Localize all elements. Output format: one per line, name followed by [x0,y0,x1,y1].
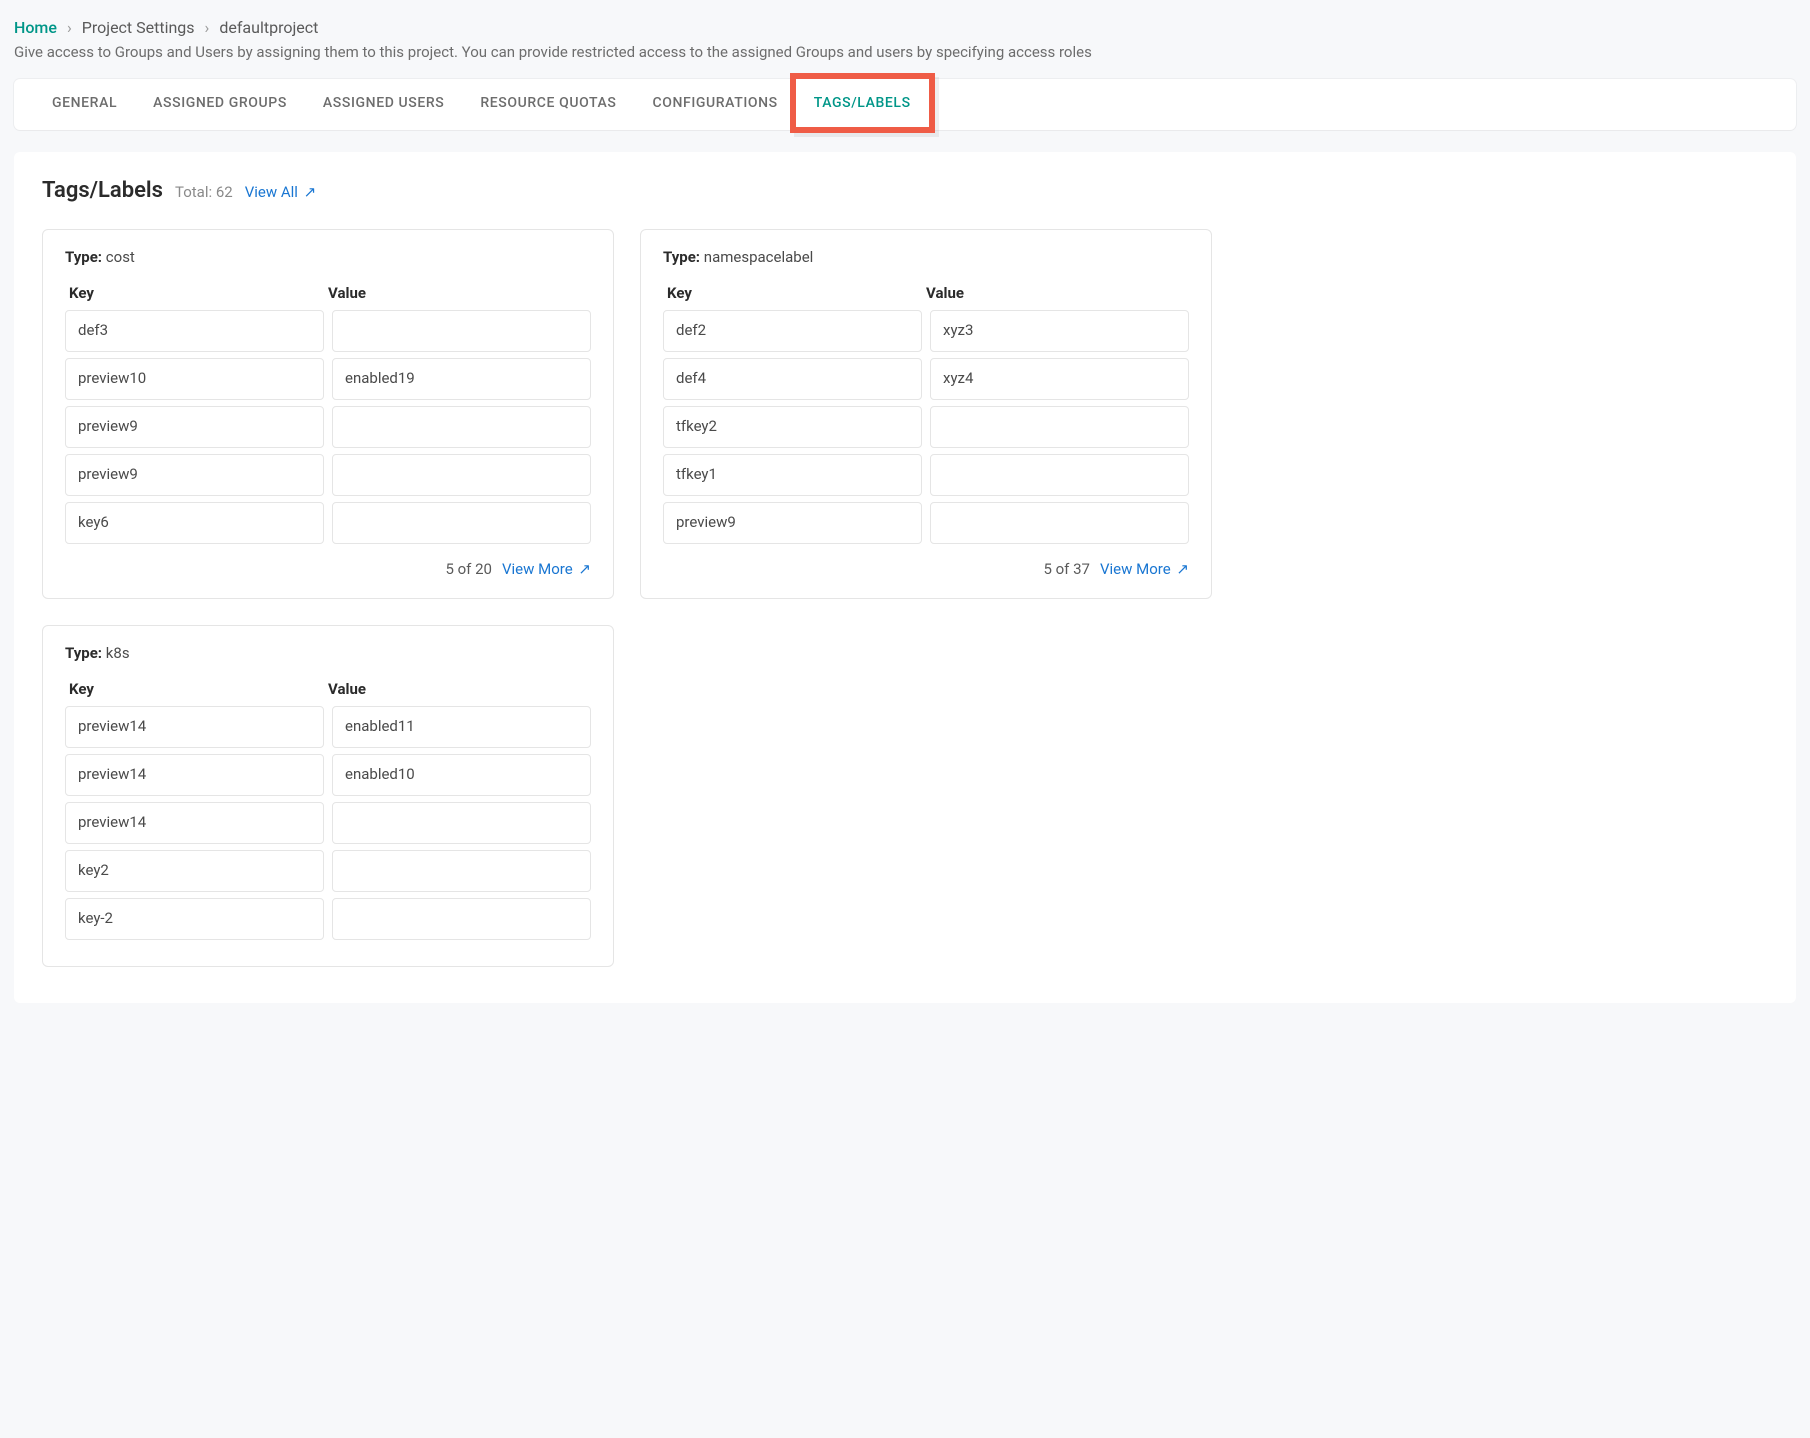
key-cell: tfkey1 [663,454,922,496]
card-namespacelabel: Type: namespacelabel Key Value def2 xyz3… [640,229,1212,599]
view-more-link[interactable]: View More ↗ [1100,560,1189,578]
value-cell [332,898,591,940]
card-type: Type: cost [65,248,591,266]
card-type: Type: k8s [65,644,591,662]
breadcrumb-sep: › [205,18,210,37]
type-label: Type: [65,644,102,662]
card-footer: 5 of 20 View More ↗ [65,560,591,578]
table-row: tfkey1 [663,454,1189,496]
tab-resource-quotas[interactable]: RESOURCE QUOTAS [462,79,634,130]
tab-assigned-groups[interactable]: ASSIGNED GROUPS [135,79,305,130]
type-label: Type: [663,248,700,266]
arrow-up-right-icon: ↗ [304,183,317,201]
arrow-up-right-icon: ↗ [1176,560,1189,578]
kv-header: Key Value [65,680,591,698]
tab-general[interactable]: GENERAL [34,79,135,130]
tab-configurations[interactable]: CONFIGURATIONS [634,79,795,130]
value-cell [930,406,1189,448]
table-row: def4 xyz4 [663,358,1189,400]
card-k8s: Type: k8s Key Value preview14 enabled11 … [42,625,614,967]
type-label: Type: [65,248,102,266]
view-all-link[interactable]: View All ↗ [245,183,317,201]
tab-assigned-users[interactable]: ASSIGNED USERS [305,79,462,130]
tab-tags-labels[interactable]: TAGS/LABELS [796,79,929,130]
table-row: preview9 [663,502,1189,544]
key-cell: def3 [65,310,324,352]
value-cell: enabled11 [332,706,591,748]
table-row: def2 xyz3 [663,310,1189,352]
row-count: 5 of 20 [445,560,492,578]
value-header: Value [328,284,587,302]
value-cell [930,454,1189,496]
value-cell [332,502,591,544]
key-cell: key6 [65,502,324,544]
row-count: 5 of 37 [1043,560,1090,578]
value-cell: enabled19 [332,358,591,400]
key-cell: preview9 [65,406,324,448]
key-cell: key2 [65,850,324,892]
table-row: def3 [65,310,591,352]
key-cell: preview9 [663,502,922,544]
value-header: Value [926,284,1185,302]
key-cell: preview10 [65,358,324,400]
value-cell: xyz3 [930,310,1189,352]
table-row: tfkey2 [663,406,1189,448]
table-row: preview14 enabled11 [65,706,591,748]
card-type: Type: namespacelabel [663,248,1189,266]
card-cost: Type: cost Key Value def3 preview10 enab… [42,229,614,599]
value-cell [332,802,591,844]
view-more-text: View More [1100,560,1171,578]
total-count: Total: 62 [175,183,233,201]
table-row: preview9 [65,406,591,448]
key-header: Key [667,284,926,302]
table-row: preview14 enabled10 [65,754,591,796]
table-row: preview9 [65,454,591,496]
value-header: Value [328,680,587,698]
card-footer: 5 of 37 View More ↗ [663,560,1189,578]
view-all-text: View All [245,183,298,201]
type-value: namespacelabel [704,248,814,266]
kv-header: Key Value [65,284,591,302]
view-more-text: View More [502,560,573,578]
cards-container: Type: cost Key Value def3 preview10 enab… [42,229,1768,967]
key-cell: preview9 [65,454,324,496]
key-header: Key [69,284,328,302]
view-more-link[interactable]: View More ↗ [502,560,591,578]
key-cell: preview14 [65,706,324,748]
value-cell [332,310,591,352]
key-cell: preview14 [65,802,324,844]
key-cell: def4 [663,358,922,400]
value-cell: xyz4 [930,358,1189,400]
table-row: preview14 [65,802,591,844]
key-cell: def2 [663,310,922,352]
kv-header: Key Value [663,284,1189,302]
value-cell [332,850,591,892]
table-row: key-2 [65,898,591,940]
arrow-up-right-icon: ↗ [578,560,591,578]
key-cell: preview14 [65,754,324,796]
tabs-bar: GENERAL ASSIGNED GROUPS ASSIGNED USERS R… [14,79,1796,130]
tags-labels-panel: Tags/Labels Total: 62 View All ↗ Type: c… [14,152,1796,1003]
breadcrumb-sep: › [67,18,72,37]
table-row: key2 [65,850,591,892]
panel-header: Tags/Labels Total: 62 View All ↗ [42,178,1768,203]
value-cell [332,406,591,448]
table-row: key6 [65,502,591,544]
type-value: cost [106,248,135,266]
breadcrumb: Home › Project Settings › defaultproject [14,18,1796,37]
type-value: k8s [106,644,130,662]
key-header: Key [69,680,328,698]
breadcrumb-home[interactable]: Home [14,18,57,37]
key-cell: tfkey2 [663,406,922,448]
table-row: preview10 enabled19 [65,358,591,400]
breadcrumb-project: defaultproject [219,18,318,37]
page-subtitle: Give access to Groups and Users by assig… [14,43,1796,61]
panel-title: Tags/Labels [42,178,163,203]
breadcrumb-settings[interactable]: Project Settings [82,18,195,37]
key-cell: key-2 [65,898,324,940]
value-cell [930,502,1189,544]
value-cell: enabled10 [332,754,591,796]
value-cell [332,454,591,496]
